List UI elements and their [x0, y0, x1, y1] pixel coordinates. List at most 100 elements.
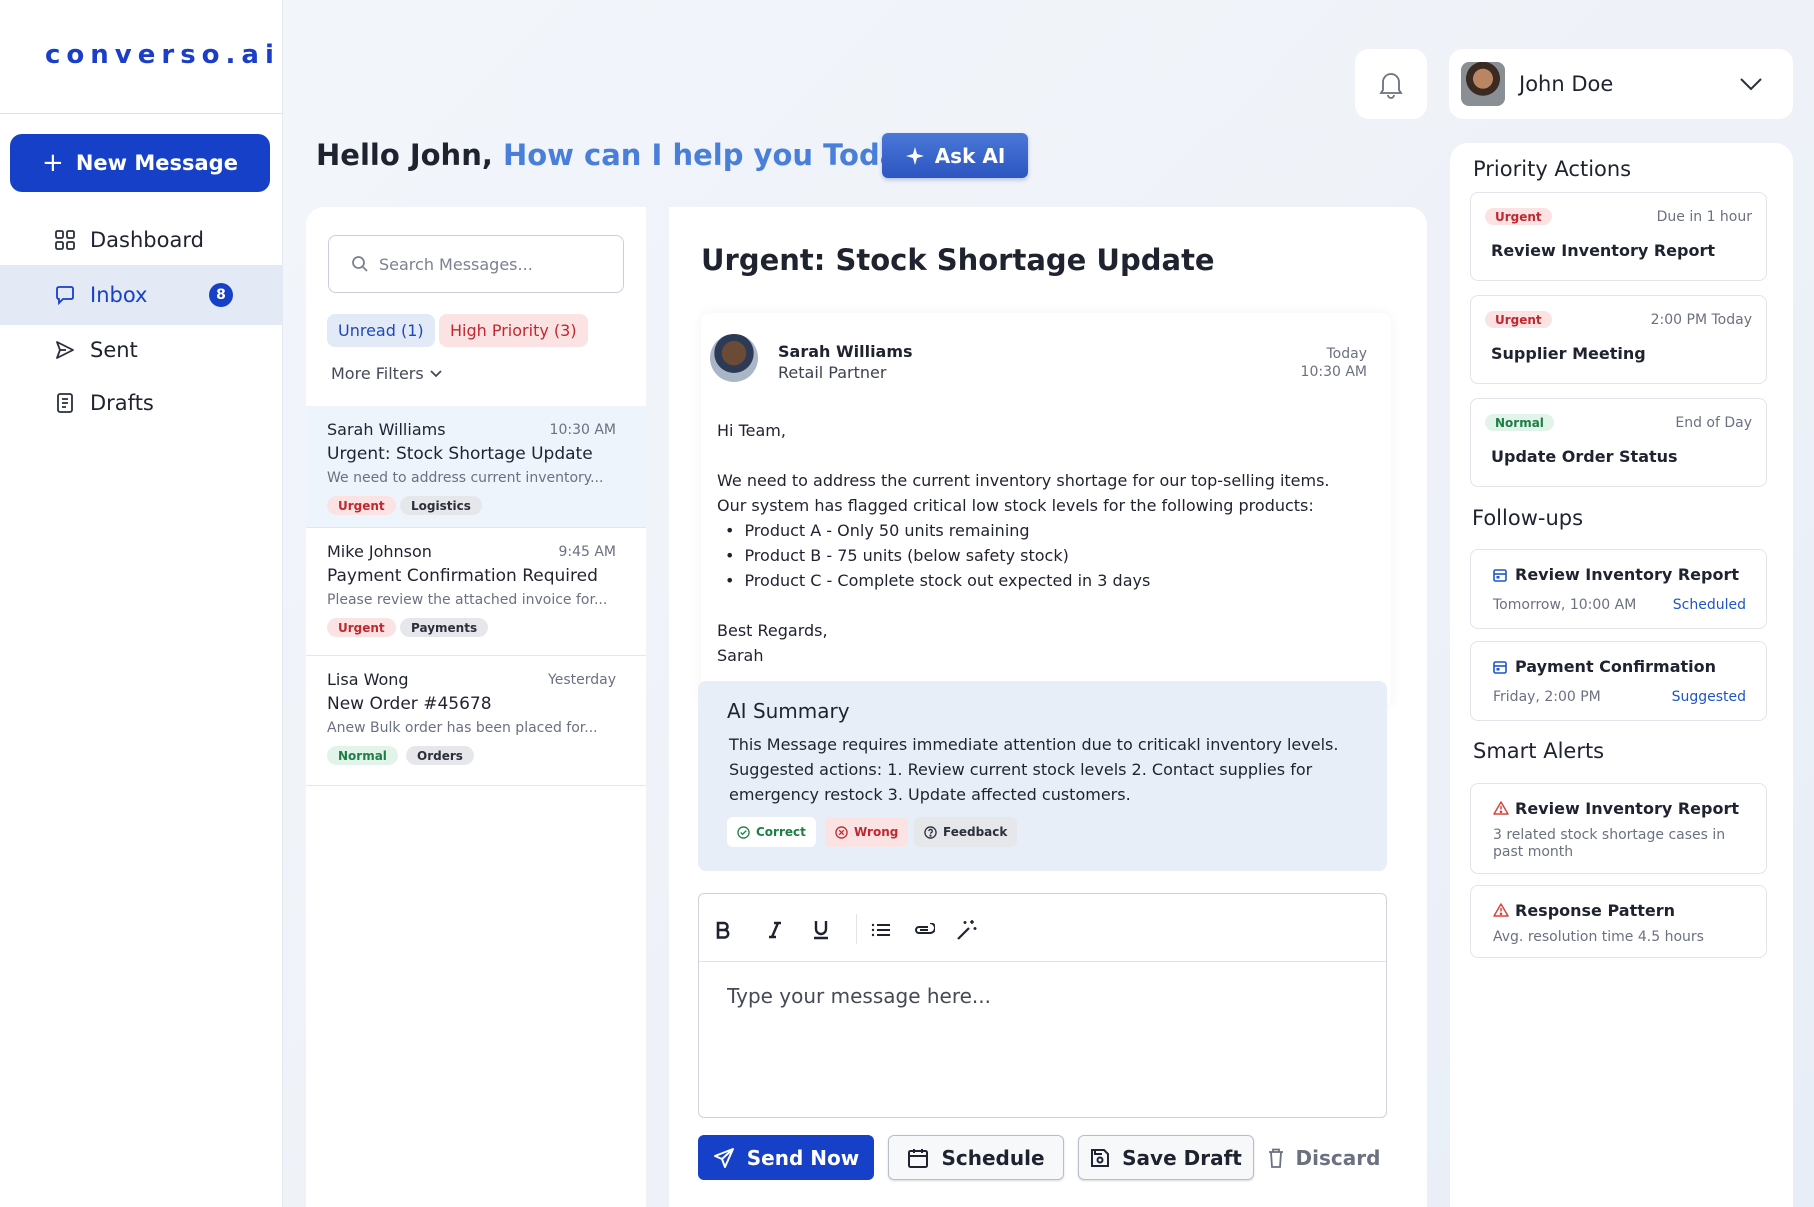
priority-title: Supplier Meeting [1491, 344, 1646, 363]
email-signoff: Best Regards, [717, 621, 828, 640]
feedback-label: Feedback [943, 825, 1008, 839]
message-preview: We need to address current inventory... [327, 470, 604, 486]
sidebar-item-label: Drafts [90, 391, 154, 415]
follow-up-status: Scheduled [1672, 597, 1746, 613]
underline-icon[interactable] [807, 916, 835, 944]
discard-button[interactable]: Discard [1268, 1135, 1381, 1180]
sparkle-icon [905, 146, 925, 166]
grid-icon [54, 229, 76, 251]
list-item[interactable]: Lisa Wong Yesterday New Order #45678 Ane… [306, 656, 646, 786]
bell-icon [1377, 69, 1405, 99]
email-card: Sarah Williams Retail Partner Today 10:3… [701, 313, 1391, 707]
email-line: Our system has flagged critical low stoc… [717, 496, 1314, 515]
x-circle-icon [835, 825, 848, 839]
message-preview: Please review the attached invoice for..… [327, 592, 608, 608]
search-icon [351, 255, 369, 273]
ask-ai-label: Ask AI [934, 143, 1006, 168]
email-bullet: Product A - Only 50 units remaining [717, 518, 1330, 543]
plus-icon: + [42, 148, 64, 178]
email-body: Hi Team, We need to address the current … [717, 418, 1330, 668]
email-line: We need to address the current inventory… [717, 471, 1330, 490]
check-circle-icon [737, 825, 750, 839]
bold-icon[interactable] [709, 916, 737, 944]
priority-action-card[interactable]: Urgent Due in 1 hour Review Inventory Re… [1470, 192, 1767, 281]
email-date: Today 10:30 AM [1301, 345, 1367, 381]
send-icon [54, 339, 76, 361]
sidebar-item-label: Sent [90, 338, 138, 362]
greeting-question: How can I help you Today? [502, 138, 935, 172]
sidebar-item-sent[interactable]: Sent [0, 322, 283, 378]
message-list-panel: Unread (1) High Priority (3) More Filter… [306, 207, 646, 1207]
search-box[interactable] [328, 235, 624, 293]
list-item[interactable]: Sarah Williams 10:30 AM Urgent: Stock Sh… [306, 406, 646, 528]
priority-due: Due in 1 hour [1656, 209, 1752, 225]
warning-icon [1493, 903, 1509, 917]
filter-high-priority-chip[interactable]: High Priority (3) [439, 314, 588, 347]
email-bullet: Product B - 75 units (below safety stock… [717, 543, 1330, 568]
inbox-count-badge: 8 [209, 283, 233, 307]
tag-urgent: Urgent [327, 496, 396, 515]
tag-urgent: Urgent [1485, 208, 1552, 225]
schedule-label: Schedule [941, 1145, 1045, 1170]
message-subject: New Order #45678 [327, 694, 492, 714]
search-input[interactable] [379, 254, 609, 274]
list-item[interactable]: Mike Johnson 9:45 AM Payment Confirmatio… [306, 528, 646, 656]
priority-action-card[interactable]: Normal End of Day Update Order Status [1470, 398, 1767, 487]
calendar-icon [1493, 568, 1507, 582]
save-draft-button[interactable]: Save Draft [1078, 1135, 1254, 1180]
alert-description: Avg. resolution time 4.5 hours [1493, 929, 1704, 945]
document-icon [54, 392, 76, 414]
message-sender: Mike Johnson [327, 542, 432, 561]
priority-due: End of Day [1675, 415, 1752, 431]
follow-up-card[interactable]: Payment Confirmation Friday, 2:00 PM Sug… [1470, 641, 1767, 721]
message-preview: Anew Bulk order has been placed for... [327, 720, 598, 736]
alert-description: 3 related stock shortage cases in past m… [1493, 827, 1726, 860]
priority-action-card[interactable]: Urgent 2:00 PM Today Supplier Meeting [1470, 295, 1767, 384]
sidebar-item-label: Dashboard [90, 228, 204, 252]
schedule-button[interactable]: Schedule [888, 1135, 1064, 1180]
feedback-button[interactable]: Feedback [914, 817, 1018, 847]
follow-up-card[interactable]: Review Inventory Report Tomorrow, 10:00 … [1470, 549, 1767, 629]
attachment-icon[interactable] [910, 916, 938, 944]
discard-label: Discard [1295, 1145, 1381, 1170]
warning-icon [1493, 801, 1509, 815]
smart-alert-card[interactable]: Response Pattern Avg. resolution time 4.… [1470, 885, 1767, 958]
sidebar-item-inbox[interactable]: Inbox 8 [0, 265, 283, 325]
priority-title: Review Inventory Report [1491, 241, 1715, 260]
ask-ai-button[interactable]: Ask AI [882, 133, 1028, 178]
message-sender: Lisa Wong [327, 670, 409, 689]
right-panel: Priority Actions Urgent Due in 1 hour Re… [1450, 143, 1793, 1207]
tag-normal: Normal [327, 746, 398, 765]
reply-editor [698, 893, 1387, 1118]
sidebar-item-drafts[interactable]: Drafts [0, 375, 283, 431]
tag-urgent: Urgent [1485, 311, 1552, 328]
sender-name: Sarah Williams [778, 342, 913, 361]
feedback-wrong-button[interactable]: Wrong [825, 817, 909, 847]
message-textarea[interactable] [727, 984, 1357, 1064]
tag-urgent: Urgent [327, 618, 396, 637]
smart-alert-card[interactable]: Review Inventory Report 3 related stock … [1470, 783, 1767, 874]
message-sender: Sarah Williams [327, 420, 446, 439]
email-signature: Sarah [717, 646, 764, 665]
tag-category: Logistics [400, 496, 482, 515]
feedback-correct-button[interactable]: Correct [727, 817, 816, 847]
magic-wand-icon[interactable] [953, 916, 981, 944]
filter-unread-chip[interactable]: Unread (1) [327, 314, 435, 347]
italic-icon[interactable] [761, 916, 789, 944]
email-date-time: 10:30 AM [1300, 364, 1367, 380]
tag-category: Payments [400, 618, 489, 637]
send-now-button[interactable]: Send Now [698, 1135, 874, 1180]
sidebar-item-dashboard[interactable]: Dashboard [0, 212, 283, 268]
bullet-list-icon[interactable] [867, 916, 895, 944]
follow-up-time: Tomorrow, 10:00 AM [1493, 597, 1637, 613]
save-draft-label: Save Draft [1122, 1145, 1242, 1170]
notifications-button[interactable] [1355, 49, 1427, 119]
email-date-day: Today [1326, 346, 1368, 362]
logo: converso.ai [45, 40, 280, 70]
user-menu[interactable]: John Doe [1449, 49, 1793, 119]
new-message-button[interactable]: + New Message [10, 134, 270, 192]
email-greeting: Hi Team, [717, 421, 786, 440]
user-name: John Doe [1519, 72, 1614, 96]
more-filters-dropdown[interactable]: More Filters [331, 364, 442, 383]
priority-title: Update Order Status [1491, 447, 1678, 466]
